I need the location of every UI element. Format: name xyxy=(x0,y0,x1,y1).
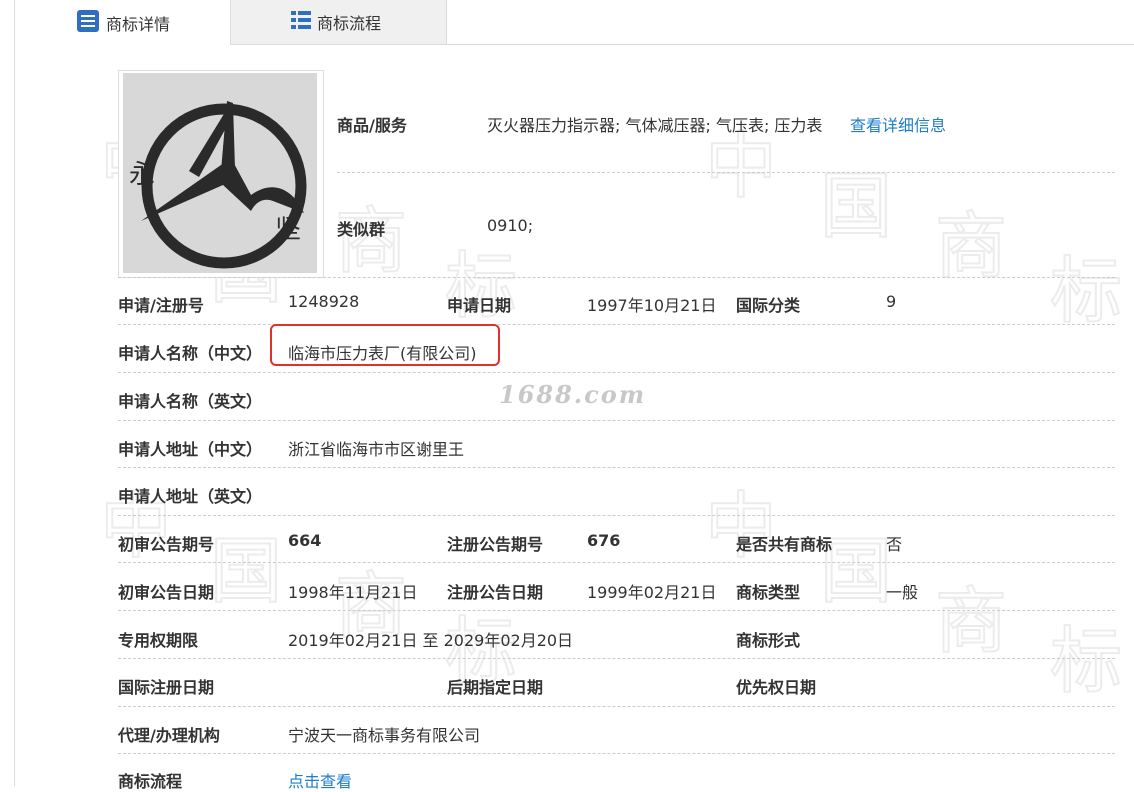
divider xyxy=(337,172,1115,173)
intl-class-label: 国际分类 xyxy=(736,296,801,315)
document-icon xyxy=(76,9,100,37)
similar-group-label: 类似群 xyxy=(337,220,386,239)
applicant-address-cn-value: 浙江省临海市市区谢里王 xyxy=(288,440,465,459)
mark-form-label: 商标形式 xyxy=(736,631,801,650)
priority-date-label: 优先权日期 xyxy=(736,678,817,697)
divider xyxy=(118,420,1115,421)
logo-char-left: 永 xyxy=(129,160,155,190)
applicant-name-en-label: 申请人名称（英文） xyxy=(118,392,263,411)
applicant-address-cn-label: 申请人地址（中文） xyxy=(118,440,263,459)
trademark-logo-graphic: 永 坚 xyxy=(123,73,317,273)
reg-notice-date-label: 注册公告日期 xyxy=(447,583,544,602)
mark-type-label: 商标类型 xyxy=(736,583,801,602)
list-icon xyxy=(291,10,311,34)
site-watermark: 1688.com xyxy=(499,380,647,409)
divider xyxy=(118,562,1115,563)
logo-char-right: 坚 xyxy=(275,215,301,245)
exclusive-period-label: 专用权期限 xyxy=(118,631,199,650)
divider xyxy=(118,467,1115,468)
click-to-view-link[interactable]: 点击查看 xyxy=(288,768,352,792)
divider xyxy=(118,753,1115,754)
divider xyxy=(118,372,1115,373)
goods-services-value: 灭火器压力指示器; 气体减压器; 气压表; 压力表 xyxy=(487,116,823,135)
mark-type-value: 一般 xyxy=(886,583,919,602)
prelim-notice-date-value: 1998年11月21日 xyxy=(288,583,418,602)
trademark-image: 永 坚 xyxy=(118,70,324,278)
tab-trademark-details[interactable]: 商标详情 xyxy=(14,0,231,45)
reg-no-label: 申请/注册号 xyxy=(118,296,204,315)
agent-value: 宁波天一商标事务有限公司 xyxy=(288,726,481,745)
intl-reg-date-label: 国际注册日期 xyxy=(118,678,215,697)
shared-mark-label: 是否共有商标 xyxy=(736,535,833,554)
tab-label: 商标详情 xyxy=(106,14,171,34)
divider xyxy=(118,610,1115,611)
goods-services-label: 商品/服务 xyxy=(337,116,407,135)
later-designation-date-label: 后期指定日期 xyxy=(447,678,544,697)
trademark-logo: 永 坚 xyxy=(123,73,317,273)
tab-trademark-process[interactable]: 商标流程 xyxy=(231,0,447,44)
divider xyxy=(118,658,1115,659)
exclusive-period-value: 2019年02月21日 至 2029年02月20日 xyxy=(288,631,574,650)
reg-notice-no-label: 注册公告期号 xyxy=(447,535,544,554)
divider xyxy=(118,515,1115,516)
divider xyxy=(118,277,1115,278)
apply-date-value: 1997年10月21日 xyxy=(587,296,717,315)
reg-no-value: 1248928 xyxy=(288,292,360,311)
shared-mark-value: 否 xyxy=(886,535,903,554)
divider xyxy=(118,324,1115,325)
prelim-notice-no-value: 664 xyxy=(288,531,322,550)
reg-notice-date-value: 1999年02月21日 xyxy=(587,583,717,602)
applicant-address-en-label: 申请人地址（英文） xyxy=(118,487,263,506)
intl-class-value: 9 xyxy=(886,292,897,311)
trademark-process-label: 商标流程 xyxy=(118,772,183,791)
similar-group-value: 0910; xyxy=(487,216,534,235)
apply-date-label: 申请日期 xyxy=(447,296,512,315)
agent-label: 代理/办理机构 xyxy=(118,726,220,745)
view-details-link[interactable]: 查看详细信息 xyxy=(850,112,946,136)
tab-bar: 商标详情 商标流程 xyxy=(14,0,1134,45)
highlight-box xyxy=(270,324,500,366)
reg-notice-no-value: 676 xyxy=(587,531,621,550)
tab-label: 商标流程 xyxy=(317,14,382,33)
applicant-name-cn-label: 申请人名称（中文） xyxy=(118,344,263,363)
prelim-notice-date-label: 初审公告日期 xyxy=(118,583,215,602)
divider xyxy=(118,706,1115,707)
prelim-notice-no-label: 初审公告期号 xyxy=(118,535,215,554)
